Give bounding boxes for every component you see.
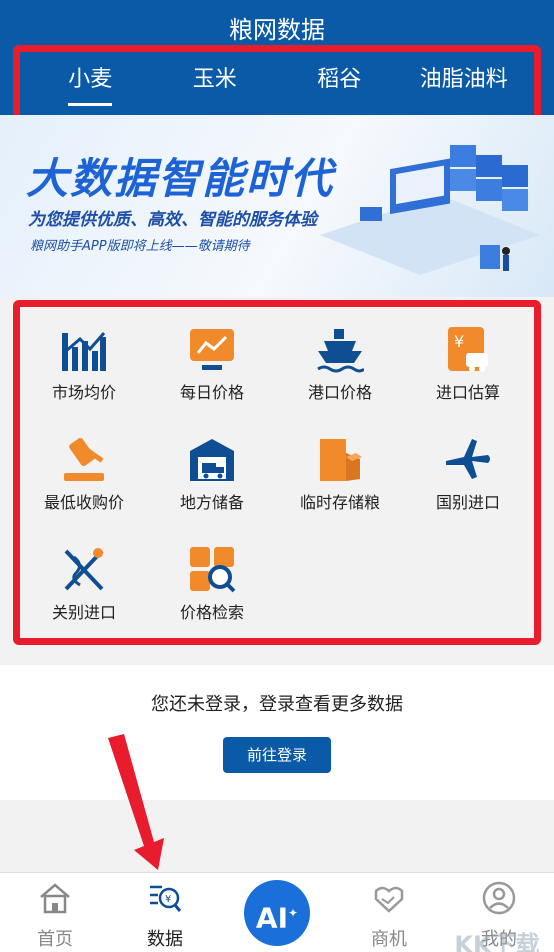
nav-business[interactable]: 商机 — [334, 873, 444, 952]
svg-text:¥: ¥ — [165, 894, 171, 905]
nav-label: 商机 — [371, 929, 407, 950]
go-login-button[interactable]: 前往登录 — [223, 737, 331, 773]
handshake-icon — [374, 886, 404, 913]
banner-subtitle: 为您提供优质、高效、智能的服务体验 — [28, 210, 317, 230]
page-title: 粮网数据 — [229, 16, 325, 44]
nav-ai-button[interactable]: AI✦ — [244, 880, 310, 946]
user-icon — [482, 881, 516, 915]
highlight-box-tabs — [13, 45, 541, 122]
banner-note: 粮网助手APP版即将上线——敬请期待 — [30, 239, 250, 254]
home-icon — [40, 883, 70, 914]
nav-data[interactable]: ¥ 数据 — [110, 873, 220, 952]
watermark-logo: KK下载 — [454, 931, 540, 952]
banner-headline: 大数据智能时代 — [26, 154, 335, 203]
login-prompt: 您还未登录，登录查看更多数据 — [151, 694, 403, 715]
server-illustration-icon — [320, 145, 540, 275]
promo-banner[interactable]: 大数据智能时代 为您提供优质、高效、智能的服务体验 粮网助手APP版即将上线——… — [0, 115, 554, 297]
nav-label: 数据 — [147, 929, 183, 950]
nav-home[interactable]: 首页 — [0, 873, 110, 952]
ai-sparkle-icon: AI — [255, 901, 289, 935]
highlight-box-grid — [13, 300, 541, 645]
data-search-icon: ¥ — [150, 885, 182, 912]
nav-label: 首页 — [37, 929, 73, 950]
login-section — [0, 665, 554, 800]
